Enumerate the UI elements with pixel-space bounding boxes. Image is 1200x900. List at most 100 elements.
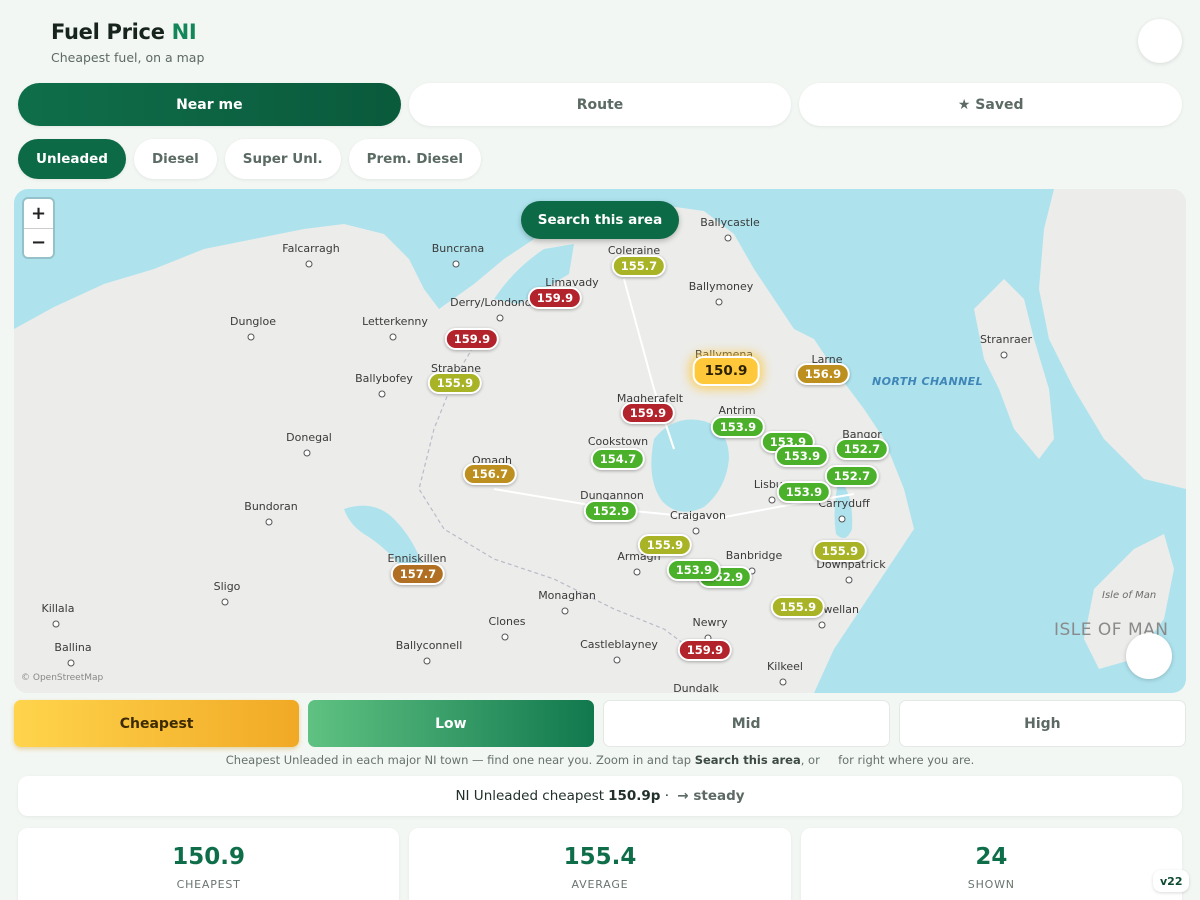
town-label: Castleblayney	[580, 638, 658, 651]
town-label: Newry	[692, 616, 728, 629]
town-dot	[779, 678, 787, 686]
price-pin[interactable]: 152.9	[583, 500, 639, 522]
app-subtitle: Cheapest fuel, on a map	[51, 50, 205, 65]
stat-cheapest-label: CHEAPEST	[176, 878, 241, 891]
town-dot	[378, 390, 386, 398]
search-this-area-button[interactable]: Search this area	[521, 201, 679, 239]
map-attribution[interactable]: © OpenStreetMap	[21, 673, 103, 683]
price-pin[interactable]: 152.7	[834, 438, 890, 460]
town-label: Letterkenny	[362, 315, 428, 328]
price-pin[interactable]: 156.7	[462, 463, 518, 485]
price-pin[interactable]: 155.7	[611, 255, 667, 277]
price-pin[interactable]: 155.9	[637, 534, 693, 556]
map[interactable]: + − Search this area Ballycastle Falcarra…	[14, 189, 1186, 693]
isle-of-man-small-label: Isle of Man	[1102, 590, 1157, 601]
town-dot	[845, 576, 853, 584]
stat-cheapest: 150.9 CHEAPEST	[18, 828, 400, 900]
profile-button[interactable]	[1138, 19, 1182, 63]
town-label: Monaghan	[538, 589, 596, 602]
town-label: Banbridge	[725, 549, 783, 562]
stat-shown: 24 SHOWN	[800, 828, 1182, 900]
summary-value: 150.9p	[608, 788, 661, 804]
town-dot	[692, 527, 700, 535]
town-dot	[452, 260, 460, 268]
price-pin-cheapest[interactable]: 150.9	[692, 356, 760, 386]
town-dot	[52, 620, 60, 628]
stat-average-value: 155.4	[563, 844, 637, 870]
price-pin[interactable]: 155.9	[427, 372, 483, 394]
stat-shown-label: SHOWN	[967, 878, 1015, 891]
version-badge: v22	[1153, 870, 1190, 892]
town-dot	[768, 496, 776, 504]
band-cheapest[interactable]: Cheapest	[14, 700, 300, 747]
town-label: Stranraer	[979, 333, 1033, 346]
price-pin[interactable]: 154.7	[590, 448, 646, 470]
price-pin[interactable]: 155.9	[812, 540, 868, 562]
town-label: Ballyconnell	[395, 639, 463, 652]
price-pin[interactable]: 157.7	[390, 563, 446, 585]
town-label: Cookstown	[587, 435, 649, 448]
price-pin[interactable]: 155.9	[770, 596, 826, 618]
chip-premium-diesel[interactable]: Prem. Diesel	[348, 139, 482, 179]
summary-prefix: NI Unleaded cheapest	[455, 788, 605, 804]
price-pin[interactable]: 153.9	[710, 416, 766, 438]
tab-route[interactable]: Route	[408, 83, 792, 126]
town-dot	[613, 656, 621, 664]
chip-super-unleaded[interactable]: Super Unl.	[224, 139, 341, 179]
help-note: Cheapest Unleaded in each major NI town …	[225, 753, 975, 767]
town-dot	[715, 298, 723, 306]
scotland-land	[1039, 189, 1186, 489]
price-pin[interactable]: 153.9	[666, 559, 722, 581]
town-label: Donegal	[286, 431, 332, 444]
price-pin[interactable]: 153.9	[774, 445, 830, 467]
price-pin[interactable]: 159.9	[527, 287, 583, 309]
town-dot	[303, 449, 311, 457]
mode-tabs: Near me Route ★ Saved	[18, 83, 1183, 126]
town-dot	[265, 518, 273, 526]
town-dot	[221, 598, 229, 606]
price-pin[interactable]: 153.9	[776, 481, 832, 503]
stats-row: 150.9 CHEAPEST 155.4 AVERAGE 24 SHOWN	[18, 828, 1182, 900]
zoom-out-button[interactable]: −	[24, 229, 53, 258]
town-dot	[247, 333, 255, 341]
chip-unleaded[interactable]: Unleaded	[18, 139, 126, 179]
help-note-bold: Search this area	[694, 753, 801, 767]
town-dot	[561, 607, 569, 615]
town-dot	[724, 234, 732, 242]
town-label: Clones	[488, 615, 526, 628]
chip-diesel[interactable]: Diesel	[133, 139, 217, 179]
summary-bar: NI Unleaded cheapest 150.9p · → steady	[18, 776, 1182, 816]
locate-me-button[interactable]	[1126, 633, 1172, 679]
summary-trend: → steady	[677, 788, 745, 804]
town-dot	[389, 333, 397, 341]
tab-saved[interactable]: ★ Saved	[799, 83, 1183, 126]
town-dot	[501, 633, 509, 641]
stat-average: 155.4 AVERAGE	[409, 828, 791, 900]
price-pin[interactable]: 152.7	[824, 465, 880, 487]
zoom-in-button[interactable]: +	[24, 199, 53, 229]
town-label: Falcarragh	[282, 242, 340, 255]
town-dot	[67, 659, 75, 667]
price-pin[interactable]: 159.9	[444, 328, 500, 350]
town-label: Ballina	[54, 641, 92, 654]
price-pin[interactable]: 159.9	[620, 402, 676, 424]
town-dot	[1000, 351, 1008, 359]
band-low[interactable]: Low	[308, 700, 594, 747]
town-dot	[423, 657, 431, 665]
band-mid[interactable]: Mid	[602, 700, 890, 747]
town-label: Ballycastle	[700, 216, 760, 229]
fuel-type-chips: Unleaded Diesel Super Unl. Prem. Diesel	[18, 139, 482, 179]
town-label: Sligo	[213, 580, 241, 593]
price-pin[interactable]: 159.9	[677, 639, 733, 661]
town-dot	[496, 314, 504, 322]
town-label: Dundalk	[673, 682, 719, 693]
band-high[interactable]: High	[898, 700, 1186, 747]
stat-average-label: AVERAGE	[571, 878, 629, 891]
price-pin[interactable]: 156.9	[795, 363, 851, 385]
town-dot	[305, 260, 313, 268]
tab-near-me[interactable]: Near me	[18, 83, 401, 126]
town-label: Killala	[41, 602, 75, 615]
stat-cheapest-value: 150.9	[172, 844, 246, 870]
summary-sep: ·	[660, 788, 674, 804]
town-dot	[838, 515, 846, 523]
